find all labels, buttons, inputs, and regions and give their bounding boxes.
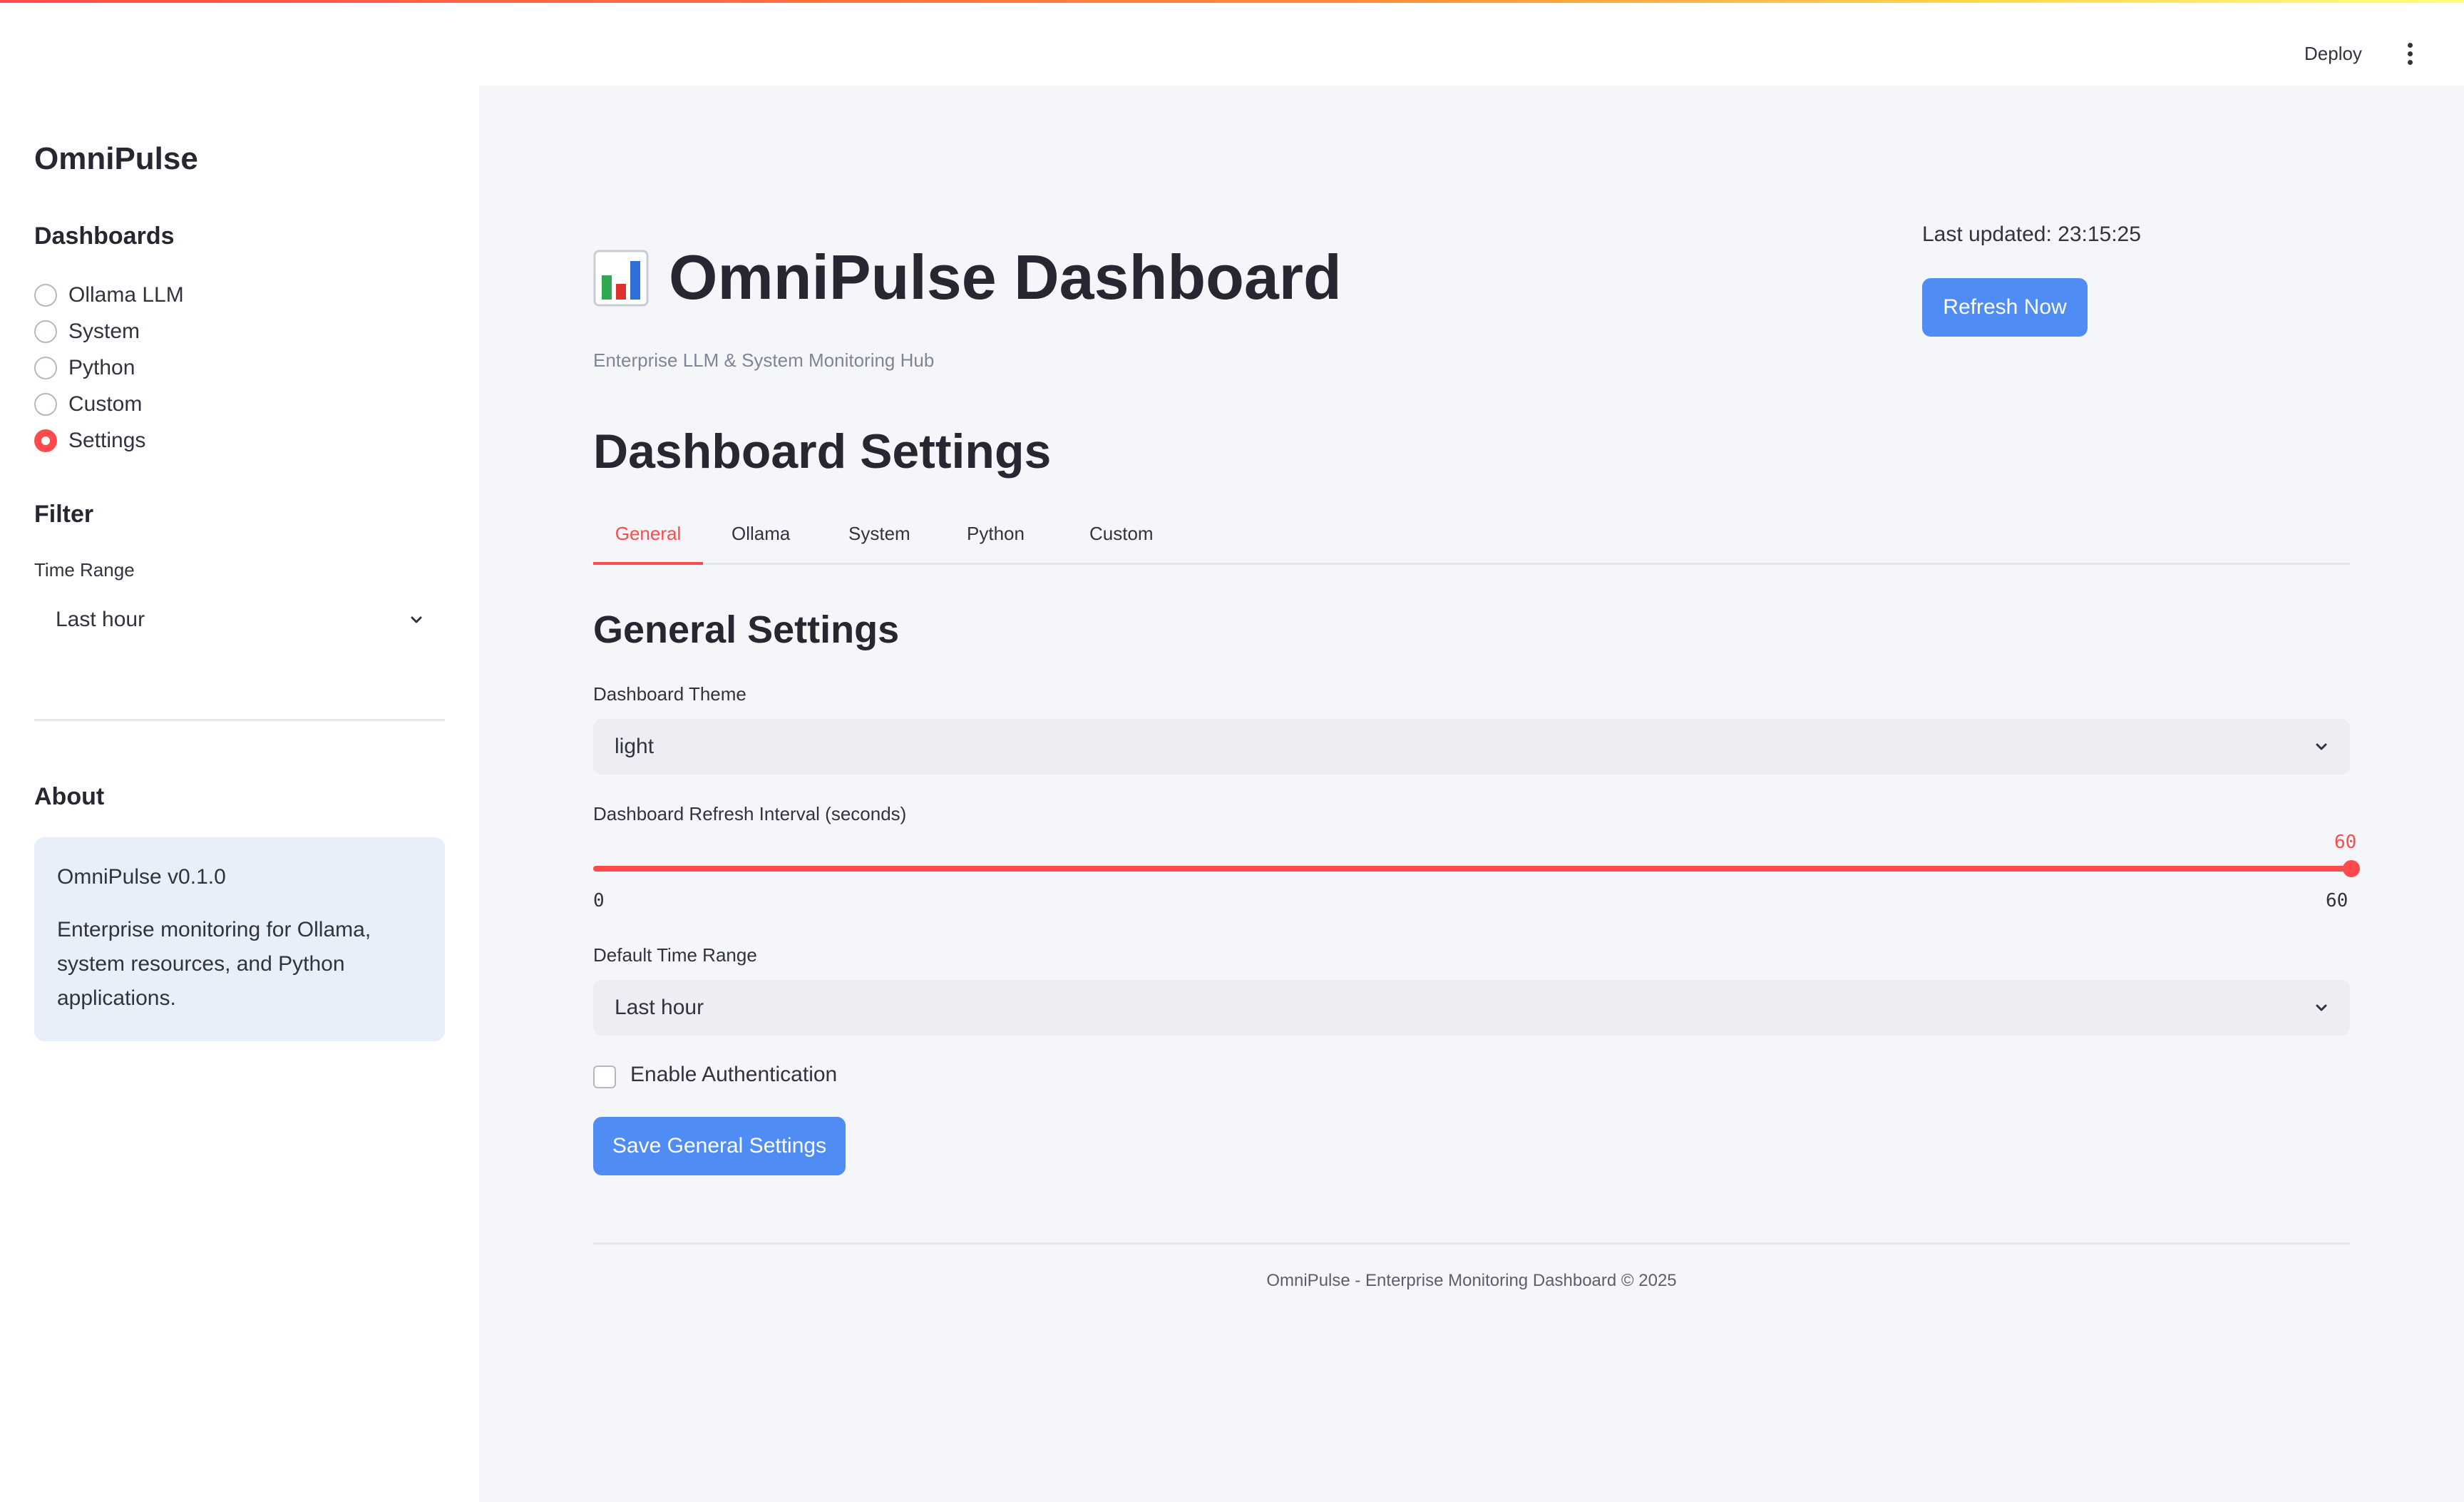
menu-dot	[2407, 51, 2413, 56]
theme-select[interactable]: light	[593, 719, 2350, 775]
enable-authentication-checkbox[interactable]	[593, 1066, 616, 1088]
enable-authentication-label[interactable]: Enable Authentication	[630, 1063, 837, 1087]
dashboards-heading: Dashboards	[34, 223, 175, 250]
radio-custom[interactable]: Custom	[34, 389, 142, 420]
time-range-value: Last hour	[56, 608, 145, 631]
refresh-interval-label: Dashboard Refresh Interval (seconds)	[593, 803, 907, 824]
menu-dot	[2407, 42, 2413, 48]
about-version: OmniPulse v0.1.0	[57, 865, 226, 889]
radio-label: Settings	[68, 429, 146, 452]
general-settings-title: General Settings	[593, 608, 900, 651]
theme-value: light	[615, 735, 654, 758]
theme-label: Dashboard Theme	[593, 683, 746, 705]
radio-ollama-llm[interactable]: Ollama LLM	[34, 280, 184, 311]
section-title: Dashboard Settings	[593, 424, 1052, 479]
refresh-now-button[interactable]: Refresh Now	[1922, 278, 2088, 337]
time-range-label: Time Range	[34, 559, 135, 581]
chevron-down-icon	[2316, 743, 2327, 750]
menu-dot	[2407, 59, 2413, 65]
radio-python[interactable]: Python	[34, 352, 135, 384]
bar-chart-emoji-icon	[593, 250, 649, 307]
app-header: Deploy	[0, 3, 2464, 86]
last-updated-text: Last updated: 23:15:25	[1922, 223, 2141, 246]
page-title: OmniPulse Dashboard	[669, 242, 1342, 312]
about-heading: About	[34, 783, 105, 810]
radio-button[interactable]	[34, 284, 57, 307]
radio-button[interactable]	[34, 393, 57, 416]
default-range-label: Default Time Range	[593, 944, 757, 966]
slider-thumb[interactable]	[2343, 860, 2360, 877]
about-info-box: OmniPulse v0.1.0 Enterprise monitoring f…	[34, 837, 445, 1041]
footer-text: OmniPulse - Enterprise Monitoring Dashbo…	[1266, 1271, 1677, 1290]
radio-system[interactable]: System	[34, 316, 140, 347]
refresh-interval-slider[interactable]	[593, 866, 2351, 872]
sidebar-title: OmniPulse	[34, 141, 198, 176]
save-general-settings-button[interactable]: Save General Settings	[593, 1117, 846, 1175]
slider-current-value: 60	[2334, 832, 2357, 853]
chevron-down-icon	[2316, 1004, 2327, 1011]
deploy-button[interactable]: Deploy	[2294, 36, 2372, 71]
page-subtitle: Enterprise LLM & System Monitoring Hub	[593, 349, 935, 371]
radio-button-selected[interactable]	[34, 429, 57, 452]
default-range-select[interactable]: Last hour	[593, 980, 2350, 1036]
tab-system[interactable]: System	[848, 505, 910, 565]
radio-label: Python	[68, 356, 135, 379]
footer-divider	[593, 1242, 2350, 1245]
radio-label: System	[68, 320, 140, 343]
main-content: OmniPulse Dashboard Enterprise LLM & Sys…	[479, 86, 2464, 1502]
chevron-down-icon	[411, 616, 422, 623]
radio-label: Custom	[68, 392, 143, 416]
time-range-select[interactable]: Last hour	[34, 592, 445, 648]
tab-general[interactable]: General	[593, 505, 703, 565]
radio-label: Ollama LLM	[68, 283, 184, 307]
slider-min-label: 0	[593, 890, 605, 911]
filter-heading: Filter	[34, 501, 94, 528]
about-description: Enterprise monitoring for Ollama, system…	[57, 918, 371, 1010]
settings-tabs: General Ollama System Python Custom	[593, 505, 2350, 565]
default-range-value: Last hour	[615, 996, 704, 1019]
radio-settings[interactable]: Settings	[34, 425, 145, 456]
slider-max-label: 60	[2326, 890, 2348, 911]
tab-ollama[interactable]: Ollama	[732, 505, 790, 565]
main-menu-icon[interactable]	[2396, 36, 2424, 71]
radio-button[interactable]	[34, 320, 57, 343]
sidebar: OmniPulse Dashboards Ollama LLM System P…	[0, 86, 479, 1502]
sidebar-divider	[34, 719, 445, 721]
tab-custom[interactable]: Custom	[1089, 505, 1154, 565]
tab-python[interactable]: Python	[967, 505, 1025, 565]
radio-button[interactable]	[34, 357, 57, 379]
